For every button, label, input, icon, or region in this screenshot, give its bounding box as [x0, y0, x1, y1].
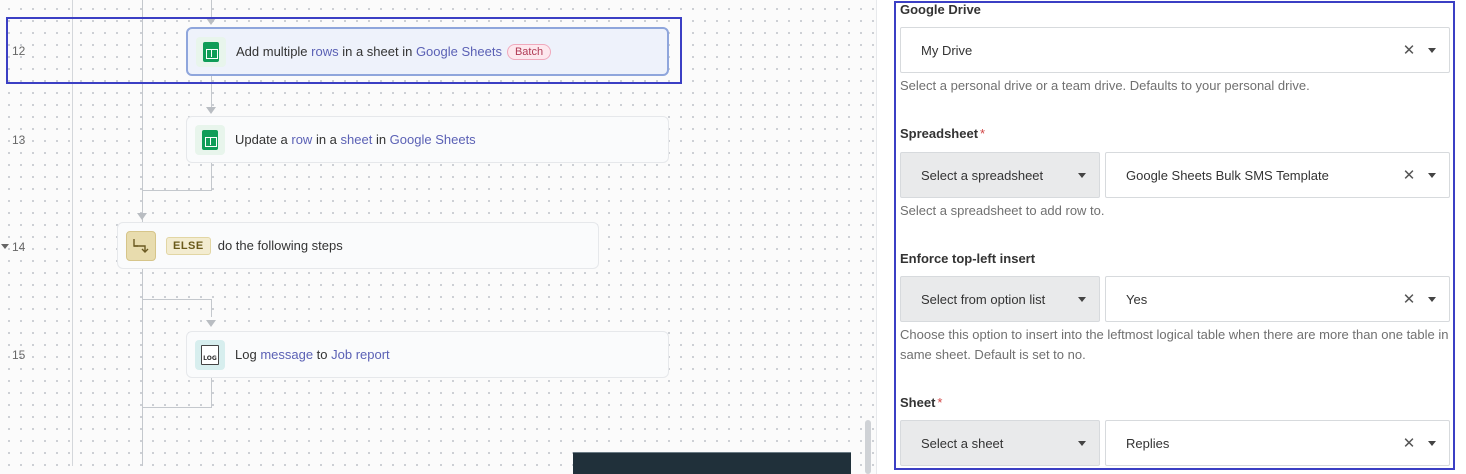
step-keyword-row[interactable]: row — [291, 132, 312, 147]
step-keyword-sheet[interactable]: sheet — [341, 132, 373, 147]
line-number: 12 — [12, 44, 26, 58]
batch-badge: Batch — [506, 43, 552, 60]
connector-else-branch — [142, 299, 212, 300]
enforce-mode-select[interactable]: Select from option list — [900, 276, 1100, 322]
spreadsheet-mode-value: Select a spreadsheet — [921, 167, 1044, 183]
clear-icon[interactable]: ✕ — [1401, 167, 1417, 183]
connector-12-13 — [211, 76, 212, 108]
clear-icon[interactable]: ✕ — [1401, 42, 1417, 58]
spreadsheet-hint: Select a spreadsheet to add row to. — [900, 203, 1105, 218]
connector-top — [211, 0, 212, 18]
step-text: in a sheet in — [338, 44, 416, 59]
connector-arrow — [206, 107, 216, 114]
connector-13-join — [142, 190, 212, 191]
connector-arrow — [137, 213, 147, 220]
canvas-scrollbar[interactable] — [865, 420, 871, 474]
clear-icon[interactable]: ✕ — [1401, 291, 1417, 307]
required-marker: * — [980, 126, 986, 141]
sheet-label-text: Sheet — [900, 395, 936, 410]
collapse-caret-icon[interactable] — [1, 244, 9, 249]
gutter-divider — [72, 0, 73, 466]
bottom-toolbar — [573, 452, 851, 474]
step-text: Log — [235, 347, 261, 362]
chevron-down-icon[interactable] — [1078, 173, 1086, 178]
line-number: 15 — [12, 348, 26, 362]
else-keyword-badge: ELSE — [166, 236, 211, 255]
google-sheets-icon — [196, 36, 226, 67]
spreadsheet-value: Google Sheets Bulk SMS Template — [1126, 167, 1329, 183]
google-drive-select[interactable]: My Drive ✕ — [900, 27, 1450, 73]
step-title: Update a row in a sheet in Google Sheets — [235, 132, 476, 147]
enforce-select[interactable]: Yes ✕ — [1105, 276, 1450, 322]
step-text: in — [372, 132, 390, 147]
step-text: Update a — [235, 132, 292, 147]
recipe-step-12[interactable]: Add multiple rows in a sheet in Google S… — [186, 27, 669, 76]
sheet-select[interactable]: Replies ✕ — [1105, 420, 1450, 466]
chevron-down-icon[interactable] — [1428, 173, 1436, 178]
google-drive-value: My Drive — [921, 42, 973, 58]
connector-arrow — [206, 320, 216, 327]
step-text: in a — [312, 132, 341, 147]
step-text: Add multiple — [236, 44, 312, 59]
clear-icon[interactable]: ✕ — [1401, 435, 1417, 451]
sheet-label: Sheet * — [900, 395, 942, 410]
connector-15-down — [211, 378, 212, 408]
chevron-down-icon[interactable] — [1428, 48, 1436, 53]
sheet-mode-value: Select a sheet — [921, 435, 1004, 451]
spreadsheet-select[interactable]: Google Sheets Bulk SMS Template ✕ — [1105, 152, 1450, 198]
step-keyword-app[interactable]: Google Sheets — [390, 132, 476, 147]
enforce-hint: Choose this option to insert into the le… — [900, 327, 1449, 362]
connector-arrow — [206, 18, 216, 25]
spreadsheet-mode-select[interactable]: Select a spreadsheet — [900, 152, 1100, 198]
spreadsheet-label: Spreadsheet * — [900, 126, 985, 141]
enforce-top-left-label: Enforce top-left insert — [900, 251, 1036, 266]
step-title: do the following steps — [217, 238, 343, 253]
google-sheets-icon — [195, 124, 225, 155]
enforce-mode-value: Select from option list — [921, 291, 1046, 307]
step-title: Log message to Job report — [235, 347, 390, 362]
spreadsheet-label-text: Spreadsheet — [900, 126, 979, 141]
sheet-mode-select[interactable]: Select a sheet — [900, 420, 1100, 466]
sheet-value: Replies — [1126, 435, 1170, 451]
log-icon: LOG — [195, 339, 225, 370]
connector-15-join — [142, 407, 212, 408]
google-drive-hint: Select a personal drive or a team drive.… — [900, 78, 1310, 93]
connector-13-down — [211, 163, 212, 191]
chevron-down-icon[interactable] — [1428, 297, 1436, 302]
step-keyword-job-report[interactable]: Job report — [331, 347, 390, 362]
step-keyword-rows[interactable]: rows — [311, 44, 338, 59]
chevron-down-icon[interactable] — [1428, 441, 1436, 446]
line-number: 13 — [12, 133, 26, 147]
chevron-down-icon[interactable] — [1078, 297, 1086, 302]
recipe-step-13[interactable]: Update a row in a sheet in Google Sheets — [186, 116, 669, 163]
recipe-canvas[interactable]: 12 13 14 15 Add multiple rows in a sheet… — [0, 0, 876, 474]
branch-icon — [126, 230, 156, 261]
required-marker: * — [937, 395, 943, 410]
step-title: Add multiple rows in a sheet in Google S… — [236, 44, 502, 59]
step-keyword-app[interactable]: Google Sheets — [416, 44, 502, 59]
connector-else-down — [211, 299, 212, 317]
line-number: 14 — [12, 240, 26, 254]
step-keyword-message[interactable]: message — [260, 347, 313, 362]
recipe-step-14-else[interactable]: ELSE do the following steps — [117, 222, 599, 269]
recipe-step-15[interactable]: LOG Log message to Job report — [186, 331, 669, 378]
enforce-value: Yes — [1126, 291, 1148, 307]
google-drive-label: Google Drive — [900, 2, 981, 17]
step-text: to — [313, 347, 332, 362]
chevron-down-icon[interactable] — [1078, 441, 1086, 446]
